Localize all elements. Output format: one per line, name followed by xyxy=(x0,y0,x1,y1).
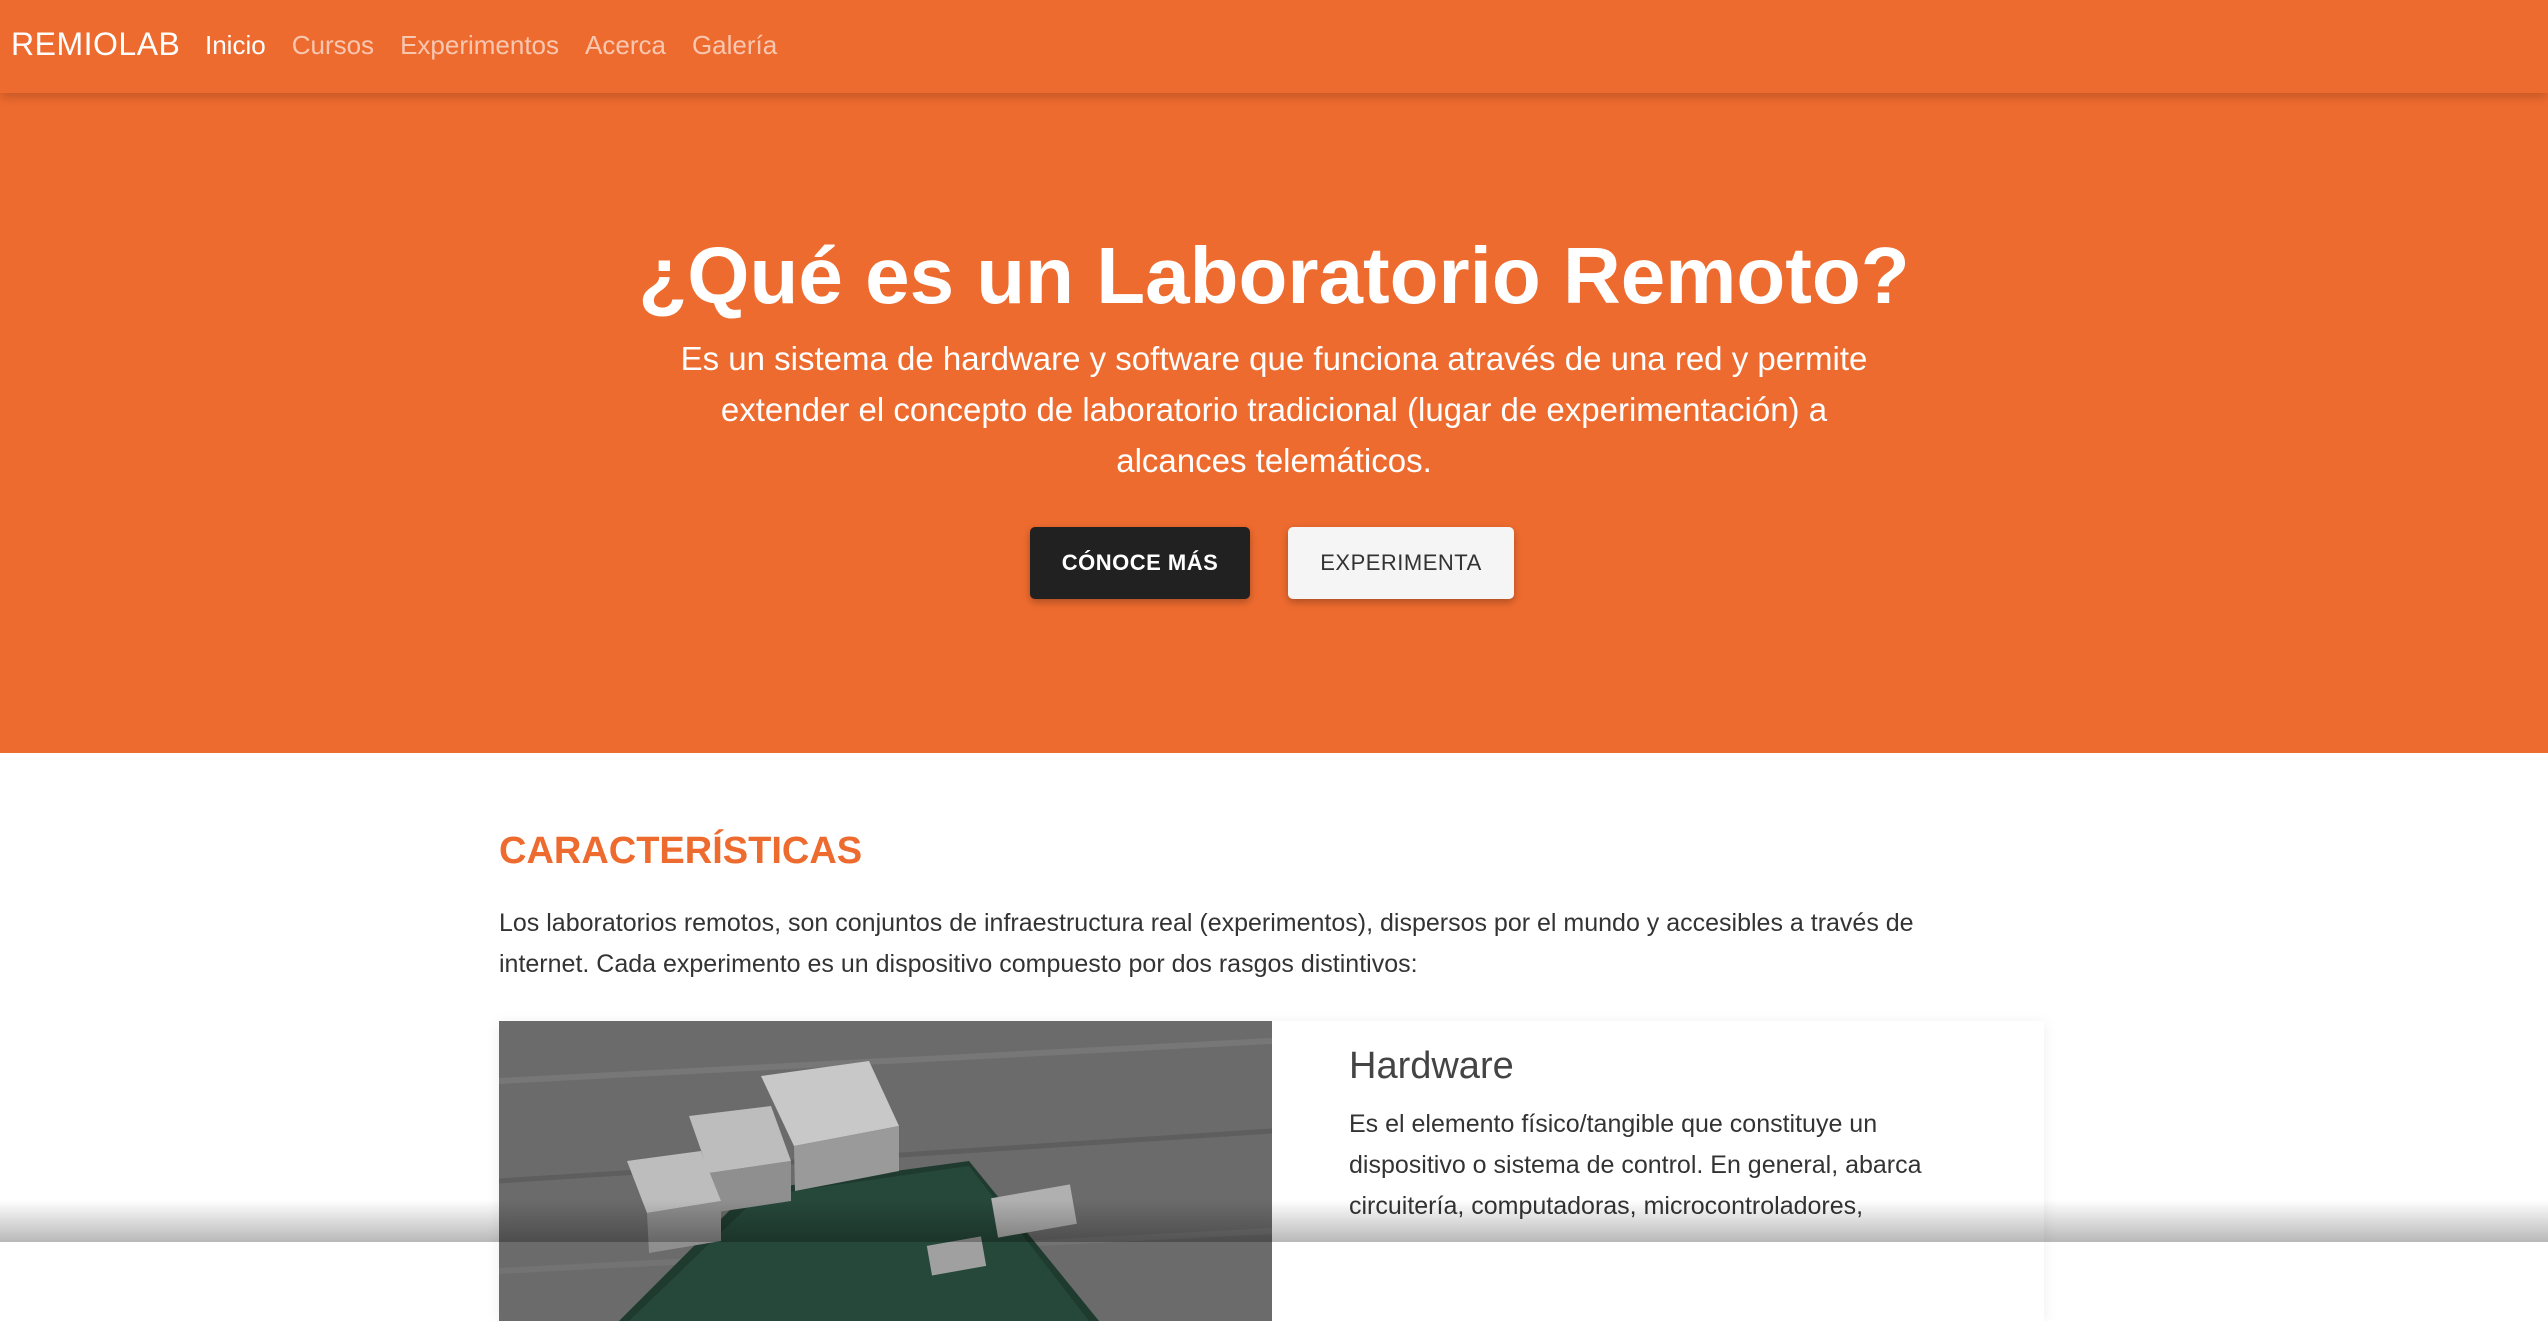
hero-section: ¿Qué es un Laboratorio Remoto? Es un sis… xyxy=(0,93,2548,753)
hero-title: ¿Qué es un Laboratorio Remoto? xyxy=(638,231,1910,320)
nav-link-galeria[interactable]: Galería xyxy=(692,30,777,61)
experiment-button[interactable]: EXPERIMENTA xyxy=(1288,527,1514,599)
nav-links: Inicio Cursos Experimentos Acerca Galerí… xyxy=(205,30,777,61)
learn-more-button[interactable]: CÓNOCE MÁS xyxy=(1030,527,1250,599)
card-text: Es el elemento físico/tangible que const… xyxy=(1349,1110,1922,1220)
hardware-image xyxy=(499,1021,1272,1321)
brand-logo[interactable]: REMIOLAB xyxy=(11,26,180,63)
card-title: Hardware xyxy=(1349,1045,1514,1087)
nav-link-inicio[interactable]: Inicio xyxy=(205,30,266,61)
hero-description: Es un sistema de hardware y software que… xyxy=(680,340,1868,479)
hardware-card: Hardware Es el elemento físico/tangible … xyxy=(499,1021,2044,1321)
nav-link-acerca[interactable]: Acerca xyxy=(585,30,666,61)
section-title: CARACTERÍSTICAS xyxy=(499,830,863,872)
nav-link-cursos[interactable]: Cursos xyxy=(292,30,374,61)
top-navbar: REMIOLAB Inicio Cursos Experimentos Acer… xyxy=(0,0,2548,93)
nav-link-experimentos[interactable]: Experimentos xyxy=(400,30,559,61)
section-intro: Los laboratorios remotos, son conjuntos … xyxy=(499,909,1914,978)
